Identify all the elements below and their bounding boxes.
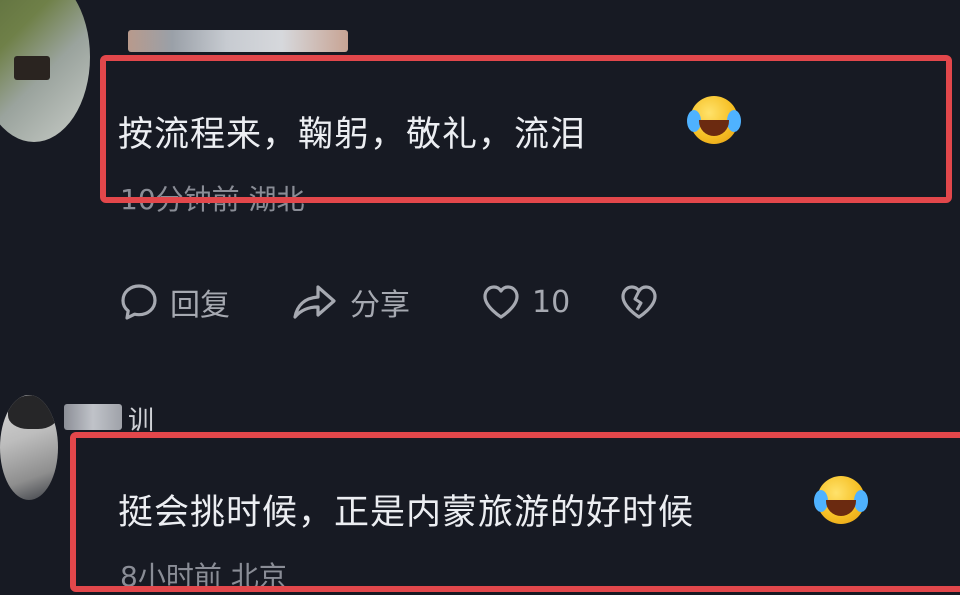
- avatar[interactable]: [0, 395, 58, 500]
- dislike-button[interactable]: [618, 281, 660, 323]
- share-button[interactable]: 分享: [290, 280, 480, 324]
- username-blurred[interactable]: [128, 30, 348, 52]
- avatar[interactable]: [0, 0, 90, 142]
- highlight-box: [100, 55, 952, 203]
- like-button[interactable]: 10: [480, 281, 618, 323]
- username-blurred[interactable]: [64, 404, 122, 430]
- broken-heart-icon: [621, 285, 657, 319]
- reply-label: 回复: [170, 288, 230, 323]
- share-arrow-icon: [293, 285, 336, 319]
- like-count: 10: [532, 284, 571, 320]
- highlight-box: [70, 432, 960, 592]
- share-label: 分享: [350, 288, 410, 323]
- comment-bubble-icon: [121, 284, 157, 320]
- reply-button[interactable]: 回复: [118, 280, 290, 324]
- heart-icon: [483, 285, 519, 319]
- comment-actions: 回复 分享 10: [118, 280, 660, 324]
